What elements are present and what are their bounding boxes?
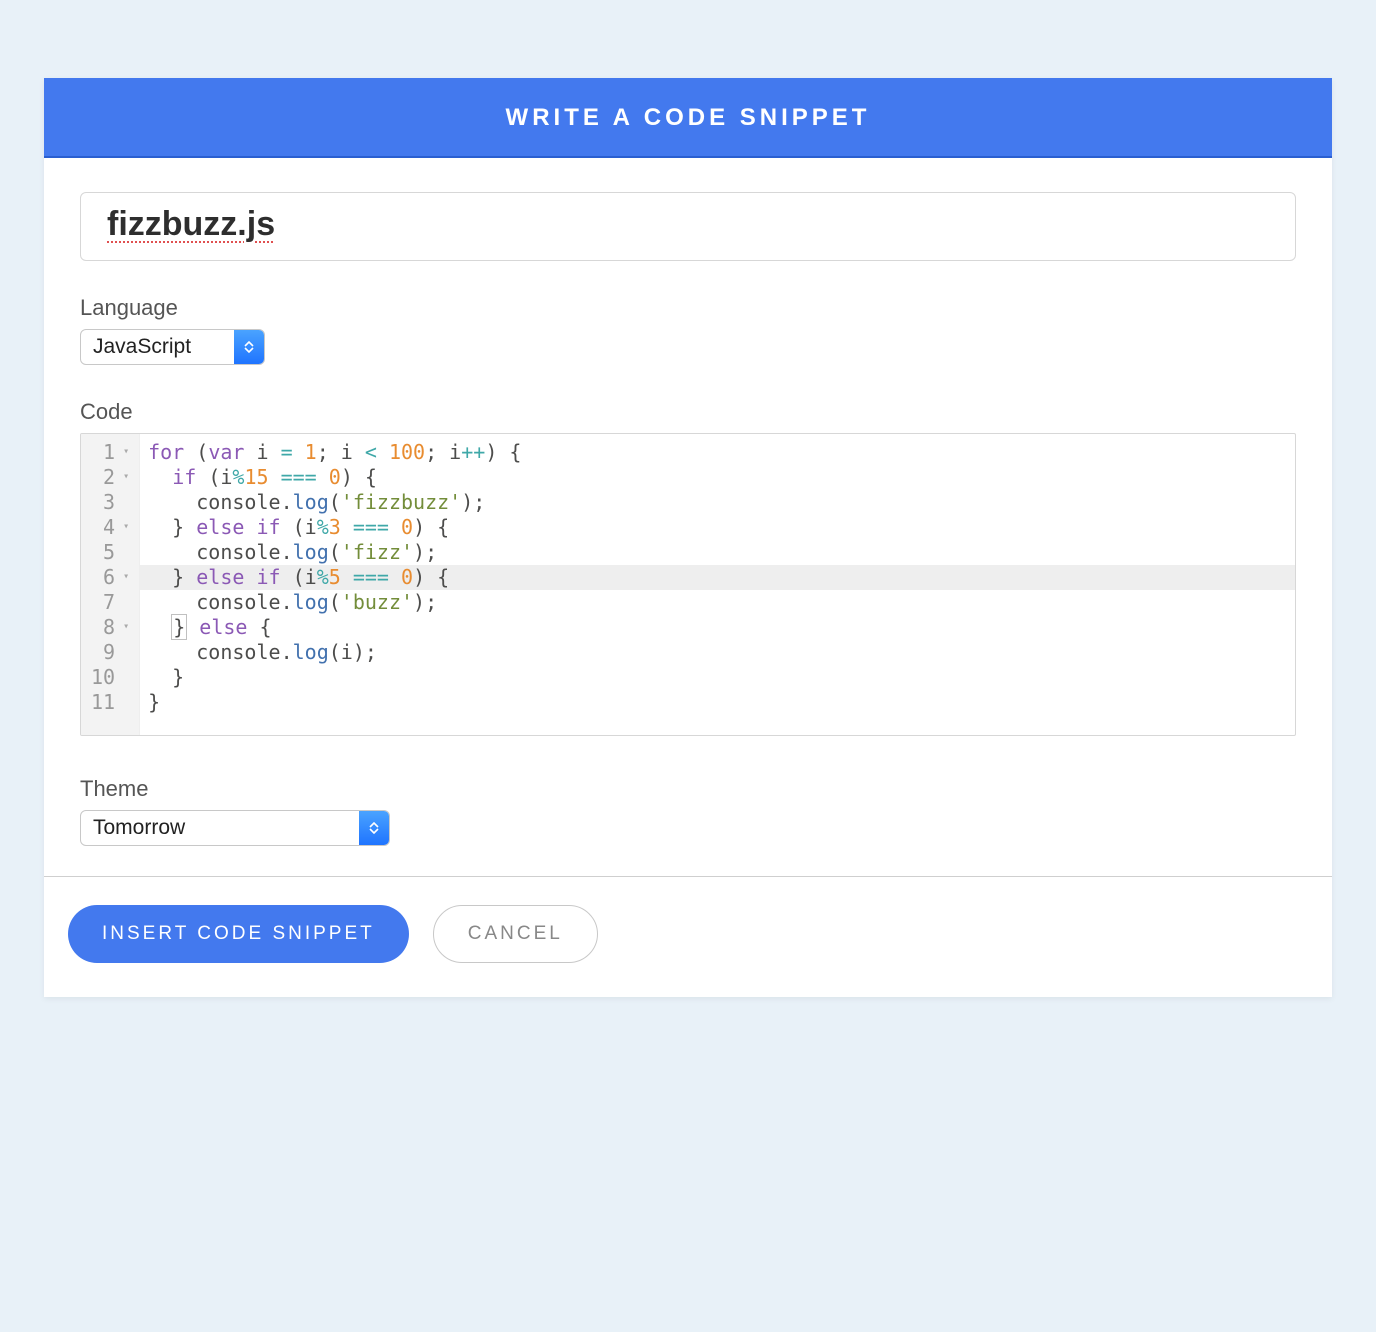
line-number: 9	[91, 640, 133, 665]
insert-button[interactable]: INSERT CODE SNIPPET	[68, 905, 409, 963]
cancel-button[interactable]: CANCEL	[433, 905, 598, 963]
language-select[interactable]: JavaScript	[80, 329, 265, 365]
fold-icon[interactable]: ▾	[119, 621, 129, 634]
line-number: 1▾	[91, 440, 133, 465]
select-stepper-icon	[359, 811, 389, 845]
code-line[interactable]: } else {	[148, 615, 1295, 640]
code-line[interactable]: console.log('fizz');	[148, 540, 1295, 565]
code-line[interactable]: console.log('buzz');	[148, 590, 1295, 615]
code-field: Code 1▾2▾3 4▾5 6▾7 8▾9 10 11 for (var i …	[80, 399, 1296, 736]
theme-select[interactable]: Tomorrow	[80, 810, 390, 846]
line-number: 5	[91, 540, 133, 565]
code-content[interactable]: for (var i = 1; i < 100; i++) { if (i%15…	[140, 434, 1295, 735]
fold-icon[interactable]: ▾	[119, 521, 129, 534]
select-stepper-icon	[234, 330, 264, 364]
line-number: 10	[91, 665, 133, 690]
code-label: Code	[80, 399, 1296, 425]
code-line[interactable]: } else if (i%5 === 0) {	[140, 565, 1295, 590]
line-number: 2▾	[91, 465, 133, 490]
line-number: 3	[91, 490, 133, 515]
code-line[interactable]: console.log('fizzbuzz');	[148, 490, 1295, 515]
language-label: Language	[80, 295, 1296, 321]
language-field: Language JavaScript	[80, 295, 1296, 365]
line-number: 4▾	[91, 515, 133, 540]
code-editor[interactable]: 1▾2▾3 4▾5 6▾7 8▾9 10 11 for (var i = 1; …	[80, 433, 1296, 736]
theme-field: Theme Tomorrow	[80, 776, 1296, 846]
code-line[interactable]: console.log(i);	[148, 640, 1295, 665]
code-snippet-modal: WRITE A CODE SNIPPET Language JavaScript…	[44, 78, 1332, 997]
line-number: 7	[91, 590, 133, 615]
code-line[interactable]: for (var i = 1; i < 100; i++) {	[148, 440, 1295, 465]
modal-body: Language JavaScript Code 1▾2▾3 4▾5 6▾7 8…	[44, 158, 1332, 876]
fold-icon[interactable]: ▾	[119, 446, 129, 459]
line-number: 11	[91, 690, 133, 715]
code-line[interactable]: } else if (i%3 === 0) {	[148, 515, 1295, 540]
code-line[interactable]: }	[148, 690, 1295, 715]
theme-label: Theme	[80, 776, 1296, 802]
code-line[interactable]: }	[148, 665, 1295, 690]
code-line[interactable]: if (i%15 === 0) {	[148, 465, 1295, 490]
code-gutter: 1▾2▾3 4▾5 6▾7 8▾9 10 11	[81, 434, 140, 735]
language-select-value: JavaScript	[81, 330, 234, 364]
theme-select-value: Tomorrow	[81, 811, 359, 845]
modal-title: WRITE A CODE SNIPPET	[506, 104, 871, 131]
fold-icon[interactable]: ▾	[119, 571, 129, 584]
filename-input[interactable]	[80, 192, 1296, 261]
line-number: 6▾	[91, 565, 133, 590]
line-number: 8▾	[91, 615, 133, 640]
modal-footer: INSERT CODE SNIPPET CANCEL	[44, 876, 1332, 997]
fold-icon[interactable]: ▾	[119, 471, 129, 484]
modal-header: WRITE A CODE SNIPPET	[44, 78, 1332, 158]
